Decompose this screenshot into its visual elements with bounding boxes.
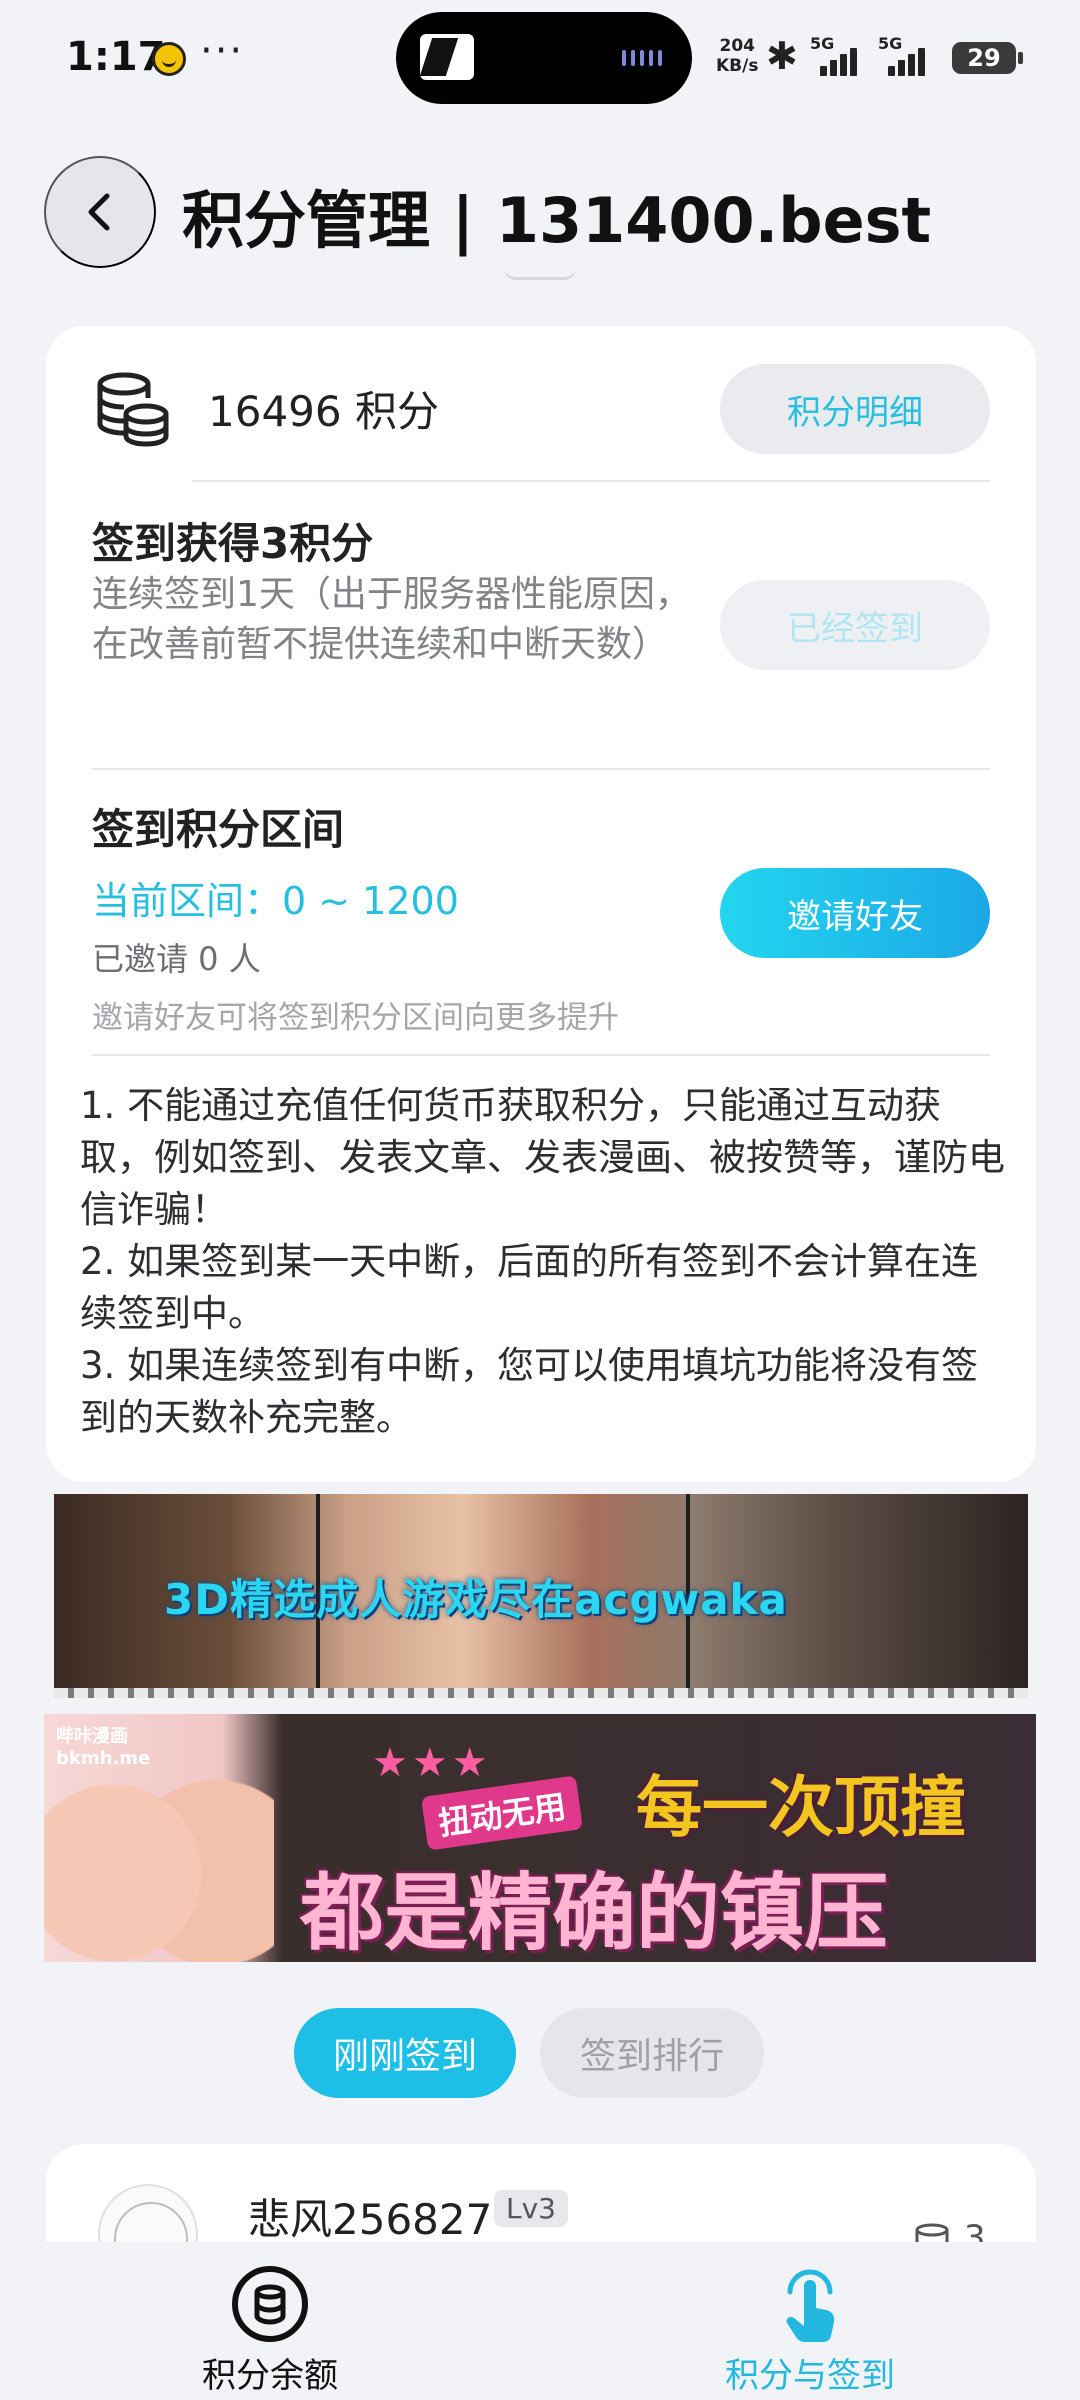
current-range: 当前区间：0 ~ 1200: [92, 879, 459, 923]
divider: [92, 1054, 990, 1056]
audio-bars-icon: [622, 50, 662, 66]
divider: [192, 480, 990, 482]
nav-label: 积分与签到: [725, 2356, 895, 2396]
signal-1-icon: 5G: [810, 34, 866, 76]
already-signed-button[interactable]: 已经签到: [720, 580, 990, 670]
signal-2-label: 5G: [878, 34, 903, 53]
range-title: 签到积分区间: [92, 805, 345, 854]
app-thumbnail-icon: [420, 34, 474, 80]
network-speed-unit: KB/s: [716, 56, 759, 76]
database-icon: [97, 372, 169, 447]
rule-item: 2. 如果签到某一天中断，后面的所有签到不会计算在连续签到中。: [80, 1240, 979, 1335]
screen: 1:17 ··· 204 KB/s ✱ 5G 5G 29 积分管理 | 1314…: [0, 0, 1080, 2400]
balance-row: 16496 积分 积分明细: [46, 326, 1036, 484]
divider: [92, 768, 990, 770]
stars-icon: ★★★: [372, 1740, 492, 1786]
dynamic-island[interactable]: [396, 12, 692, 104]
battery-level: 29: [967, 44, 1001, 72]
tab-checkin-ranking[interactable]: 签到排行: [540, 2008, 764, 2098]
rules-list: 1. 不能通过充值任何货币获取积分，只能通过互动获取，例如签到、发表文章、发表漫…: [80, 1080, 1010, 1444]
points-detail-button[interactable]: 积分明细: [720, 364, 990, 454]
tab-recent-checkins[interactable]: 刚刚签到: [294, 2008, 516, 2098]
banner-2-logo-sub: bkmh.me: [56, 1748, 151, 1769]
more-notifications-icon: ···: [200, 28, 245, 74]
back-button[interactable]: [44, 156, 156, 268]
banner-2-logo-text: 哔咔漫画: [56, 1726, 128, 1747]
banner-2-line-2: 都是精确的镇压: [300, 1864, 889, 1962]
page-title: 积分管理 | 131400.best: [182, 184, 932, 257]
status-bar: 1:17 ··· 204 KB/s ✱ 5G 5G 29: [0, 0, 1080, 118]
status-time: 1:17: [66, 34, 166, 80]
banner-2-tag: 扭动无用: [421, 1775, 584, 1851]
rule-item: 1. 不能通过充值任何货币获取积分，只能通过互动获取，例如签到、发表文章、发表漫…: [80, 1084, 1005, 1231]
network-speed-value: 204: [719, 36, 755, 56]
pull-indicator: [504, 268, 576, 280]
battery-icon: 29: [952, 42, 1023, 74]
level-badge: Lv3: [494, 2190, 568, 2227]
signal-2-icon: 5G: [878, 34, 934, 76]
checkin-title: 签到获得3积分: [92, 519, 374, 568]
ad-banner-acgwaka[interactable]: 3D精选成人游戏尽在acgwaka: [54, 1494, 1028, 1698]
notification-emoji-icon: [152, 42, 186, 76]
invite-hint: 邀请好友可将签到积分区间向更多提升: [92, 1000, 619, 1036]
points-card: 16496 积分 积分明细 签到获得3积分 连续签到1天（出于服务器性能原因，在…: [46, 326, 1036, 1482]
user-name: 悲风256827: [248, 2195, 493, 2244]
invite-friends-button[interactable]: 邀请好友: [720, 868, 990, 958]
ad-banner-comic[interactable]: 哔咔漫画 bkmh.me ★★★ 扭动无用 每一次顶撞 都是精确的镇压: [44, 1714, 1036, 1962]
bluetooth-icon: ✱: [766, 34, 798, 78]
banner-1-text: 3D精选成人游戏尽在acgwaka: [164, 1575, 788, 1624]
signal-1-label: 5G: [810, 34, 835, 53]
invited-count: 已邀请 0 人: [92, 940, 261, 978]
network-speed: 204 KB/s: [716, 36, 758, 76]
nav-label: 积分余额: [202, 2356, 338, 2396]
bottom-navigation: 积分余额 积分与签到: [0, 2242, 1080, 2400]
chevron-left-icon: [88, 193, 110, 231]
nav-points-balance[interactable]: 积分余额: [120, 2242, 420, 2400]
tap-hand-icon: [786, 2269, 835, 2342]
banner-1-strip: [54, 1688, 1028, 1698]
nav-points-checkin[interactable]: 积分与签到: [660, 2242, 960, 2400]
points-balance: 16496 积分: [208, 387, 439, 436]
banner-2-logo: 哔咔漫画 bkmh.me: [56, 1726, 256, 1796]
banner-2-line-1: 每一次顶撞: [636, 1769, 966, 1846]
coin-database-icon: [232, 2266, 308, 2342]
rule-item: 3. 如果连续签到有中断，您可以使用填坑功能将没有签到的天数补充完整。: [80, 1344, 979, 1439]
checkin-description: 连续签到1天（出于服务器性能原因，在改善前暂不提供连续和中断天数）: [92, 574, 691, 665]
